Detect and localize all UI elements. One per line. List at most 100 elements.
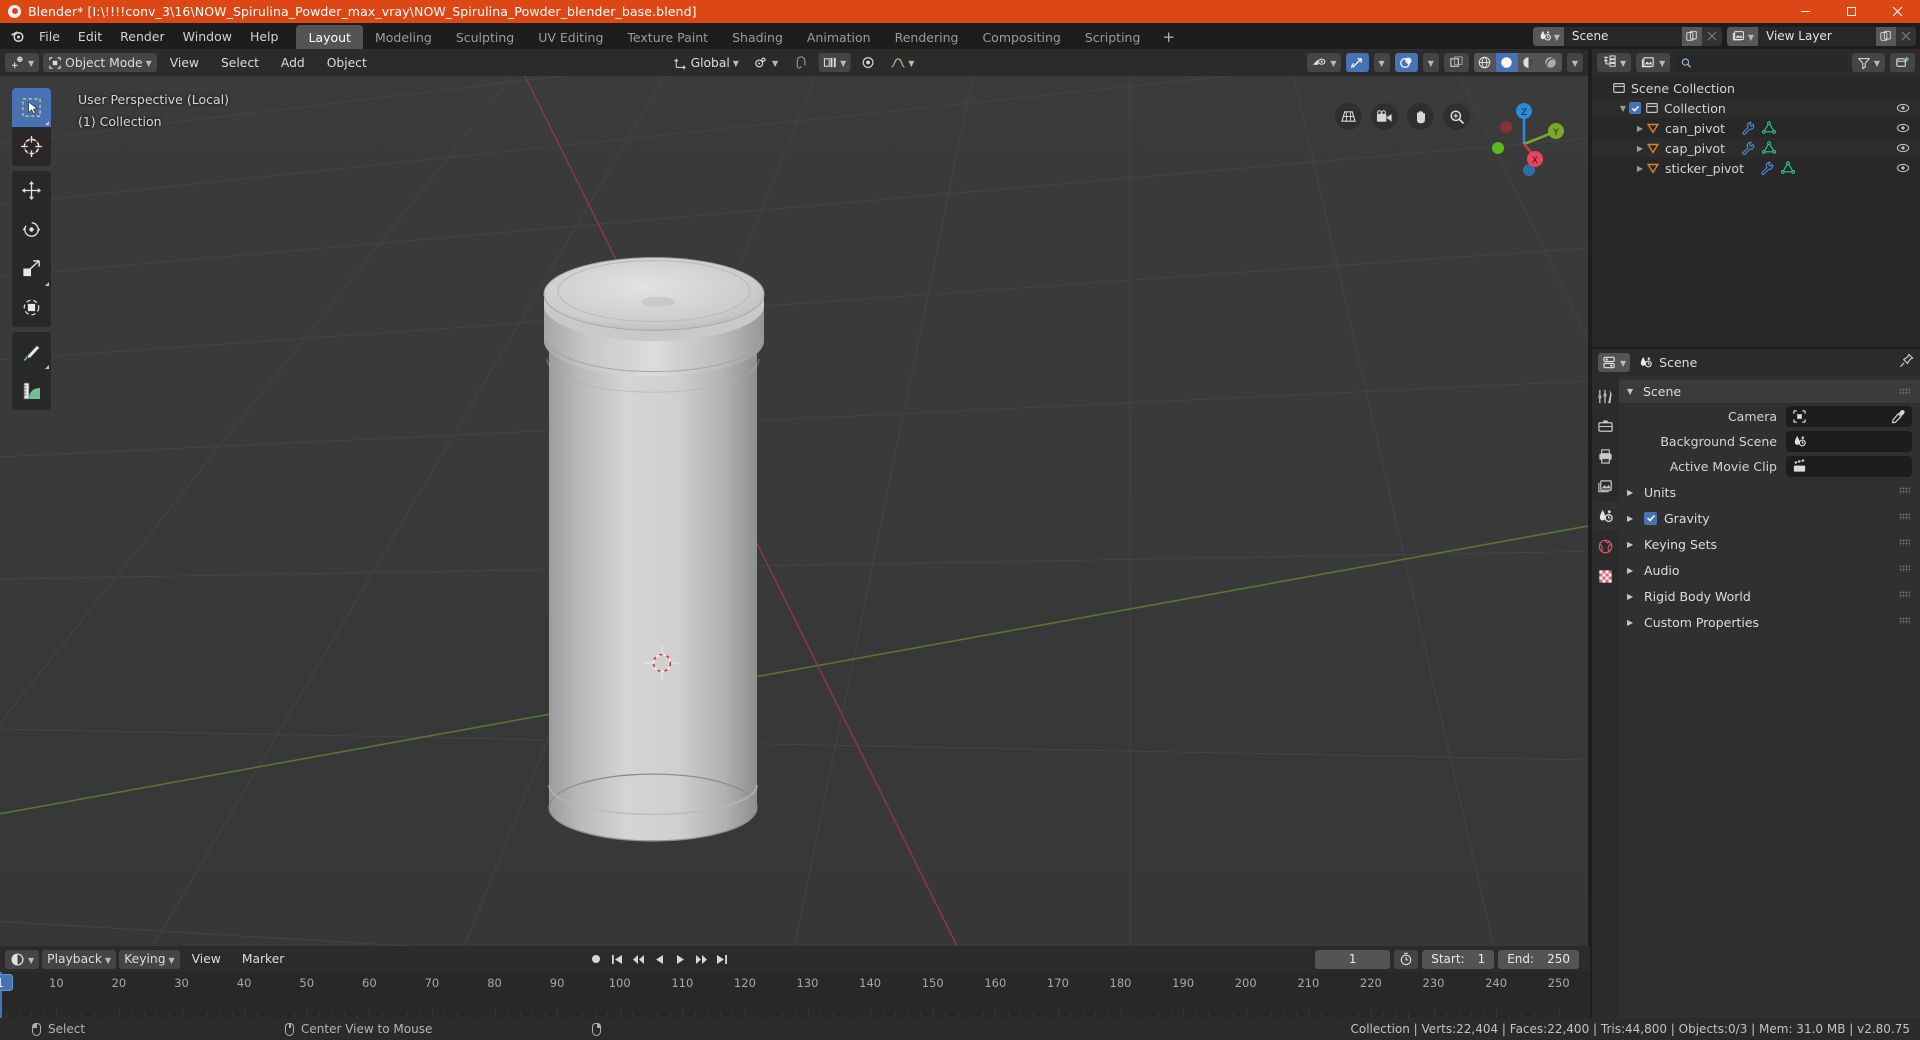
new-view-layer-button[interactable] [1876,26,1896,46]
outliner-display-mode-selector[interactable]: ▼ [1636,53,1671,72]
disclosure-triangle-icon[interactable]: ▶ [1634,124,1646,133]
rotate-tool[interactable] [12,210,51,249]
pivot-point-selector[interactable]: ▼ [748,53,784,72]
tab-shading[interactable]: Shading [720,25,795,49]
next-keyframe-button[interactable] [691,950,711,969]
view-layer-name[interactable]: View Layer [1758,26,1876,46]
pan-view-icon[interactable] [1407,103,1434,130]
outliner-row-scene-collection[interactable]: Scene Collection [1592,78,1920,98]
overlay-options-dropdown[interactable]: ▼ [1422,53,1439,72]
menu-render[interactable]: Render [111,23,174,49]
gravity-panel-header[interactable]: ▶ Gravity [1619,505,1920,531]
transform-tool[interactable] [12,288,51,327]
tool-properties-tab[interactable] [1592,382,1619,410]
scene-name[interactable]: Scene [1563,26,1682,46]
outliner-editor-type-selector[interactable]: ▼ [1597,53,1632,72]
mesh-data-icon[interactable] [1781,161,1795,175]
tab-texture-paint[interactable]: Texture Paint [615,25,720,49]
menu-window[interactable]: Window [174,23,241,49]
units-panel-header[interactable]: ▶ Units [1619,479,1920,505]
object-type-visibility-selector[interactable]: ▼ [1307,53,1341,72]
shading-rendered-button[interactable] [1539,53,1562,72]
pin-id-button[interactable] [1899,353,1914,372]
play-reverse-button[interactable] [649,950,669,969]
world-properties-tab[interactable] [1592,532,1619,560]
add-workspace-button[interactable]: + [1152,25,1185,49]
gizmo-options-dropdown[interactable]: ▼ [1373,53,1390,72]
measure-tool[interactable] [12,371,51,410]
viewport-navigation-gizmo[interactable]: Z Y X [1478,98,1570,190]
tab-modeling[interactable]: Modeling [363,25,444,49]
record-keyframes-button[interactable] [586,950,606,969]
use-preview-range-button[interactable] [1394,949,1419,969]
new-scene-button[interactable] [1681,26,1702,46]
outliner-filter-button[interactable]: ▼ [1851,53,1885,72]
eyedropper-icon[interactable] [1891,409,1906,428]
collection-checkbox[interactable] [1629,102,1641,114]
tab-animation[interactable]: Animation [795,25,883,49]
can-3d-object[interactable] [0,76,1588,946]
timeline-playhead-label[interactable]: 1 [0,974,13,991]
zoom-view-icon[interactable] [1443,103,1470,130]
background-scene-field[interactable] [1786,430,1912,452]
outliner-search-box[interactable] [1675,53,1847,72]
jump-to-start-button[interactable] [607,950,627,969]
previous-keyframe-button[interactable] [628,950,648,969]
timeline-menu-keying[interactable]: Keying ▼ [119,949,180,969]
view-layer-properties-tab[interactable] [1592,472,1619,500]
current-frame-field[interactable]: 1 [1315,949,1391,969]
modifier-icon[interactable] [1760,161,1774,175]
mesh-data-icon[interactable] [1762,121,1777,135]
timeline-editor-type-selector[interactable]: ▼ [5,949,40,969]
interaction-mode-selector[interactable]: Object Mode ▼ [43,53,157,72]
scale-tool[interactable] [12,249,51,288]
move-tool[interactable] [12,171,51,210]
menu-file[interactable]: File [30,23,69,49]
outliner-row-sticker-pivot[interactable]: ▶ sticker_pivot [1592,158,1920,178]
audio-panel-header[interactable]: ▶ Audio [1619,557,1920,583]
tab-sculpting[interactable]: Sculpting [444,25,526,49]
hide-in-viewport-toggle[interactable] [1896,101,1910,118]
select-box-tool[interactable] [12,88,51,127]
viewport-3d-canvas[interactable]: User Perspective (Local) (1) Collection [0,76,1588,946]
rigid-body-world-panel-header[interactable]: ▶ Rigid Body World [1619,583,1920,609]
timeline-menu-playback[interactable]: Playback ▼ [42,949,117,969]
texture-properties-tab[interactable] [1592,562,1619,590]
shading-options-dropdown[interactable]: ▼ [1566,53,1583,72]
outliner-row-can-pivot[interactable]: ▶ can_pivot [1592,118,1920,138]
outliner-row-collection[interactable]: ▼ Collection [1592,98,1920,118]
blender-menu-icon[interactable] [4,23,30,49]
hide-in-viewport-toggle[interactable] [1896,161,1910,178]
hide-in-viewport-toggle[interactable] [1896,121,1910,138]
keying-sets-panel-header[interactable]: ▶ Keying Sets [1619,531,1920,557]
minimize-button[interactable] [1782,0,1828,23]
jump-to-end-button[interactable] [712,950,732,969]
tab-uv-editing[interactable]: UV Editing [526,25,615,49]
render-properties-tab[interactable] [1592,412,1619,440]
mesh-data-icon[interactable] [1762,141,1777,155]
new-collection-button[interactable] [1890,53,1915,72]
scene-properties-tab[interactable] [1592,502,1619,530]
snap-settings-selector[interactable]: ▼ [818,53,851,72]
tab-layout[interactable]: Layout [296,25,363,49]
viewport-menu-add[interactable]: Add [272,53,314,72]
close-button[interactable] [1874,0,1920,23]
disclosure-triangle-icon[interactable]: ▼ [1617,104,1629,113]
timeline-menu-view[interactable]: View [183,950,230,969]
transform-orientation-selector[interactable]: Global ▼ [668,53,744,72]
tab-compositing[interactable]: Compositing [970,25,1072,49]
modifier-icon[interactable] [1741,141,1755,155]
gravity-checkbox[interactable] [1644,511,1657,525]
viewport-menu-view[interactable]: View [161,53,208,72]
annotate-tool[interactable] [12,332,51,371]
show-overlays-toggle[interactable] [1394,53,1418,72]
maximize-button[interactable] [1828,0,1874,23]
active-movie-clip-field[interactable] [1786,455,1912,477]
outliner-search-input[interactable] [1697,55,1841,70]
menu-edit[interactable]: Edit [69,23,111,49]
custom-properties-panel-header[interactable]: ▶ Custom Properties [1619,609,1920,635]
cursor-tool[interactable] [12,127,51,166]
properties-editor-type-selector[interactable]: ▼ [1598,353,1631,372]
viewport-menu-select[interactable]: Select [212,53,268,72]
outliner-tree[interactable]: Scene Collection ▼ Collection ▶ can_pivot ▶ ca… [1592,76,1920,347]
